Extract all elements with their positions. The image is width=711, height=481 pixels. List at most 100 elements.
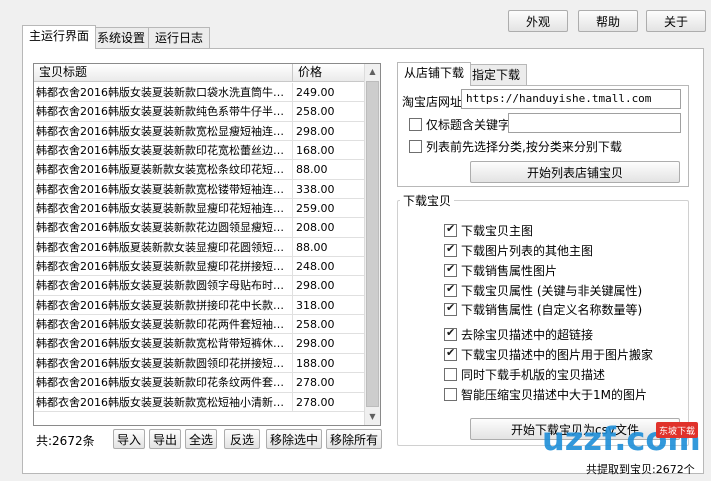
row-separator — [292, 179, 293, 199]
row-title: 韩都衣舍2016韩版女装夏装新款口袋水洗直筒牛仔短... — [36, 86, 293, 99]
appearance-button[interactable]: 外观 — [508, 10, 568, 32]
row-separator — [292, 257, 293, 276]
status-text: 共提取到宝贝:2672个 — [586, 463, 695, 476]
download-option-label: 下载宝贝属性 (关键与非关键属性) — [461, 284, 643, 298]
row-title: 韩都衣舍2016韩版女装夏装新款显瘦印花短袖连衣裙... — [36, 202, 293, 216]
table-row[interactable]: 韩都衣舍2016韩版女装夏装新款显瘦印花短袖连衣裙... 259.00 — [34, 199, 365, 219]
table-row[interactable]: 韩都衣舍2016韩版女装夏装新款印花两件套短袖雪纺... 258.00 — [34, 315, 365, 335]
table-row[interactable]: 韩都衣舍2016韩版夏装新款女装宽松条纹印花短袖T... 88.00 — [34, 160, 365, 180]
uzzf-watermark: uzzf.com 东坡下载 — [540, 410, 701, 458]
row-title: 韩都衣舍2016韩版女装夏装新款拼接印花中长款连衣... — [36, 298, 293, 312]
row-price: 259.00 — [296, 202, 335, 216]
row-separator — [292, 199, 293, 218]
table-row[interactable]: 韩都衣舍2016韩版女装夏装新款圆领字母贴布时尚套... 298.00 — [34, 276, 365, 296]
download-option-checkbox[interactable] — [444, 262, 457, 277]
table-row[interactable]: 韩都衣舍2016韩版女装夏装新款宽松短袖小清新衬衫... 278.00 — [34, 392, 365, 412]
row-title: 韩都衣舍2016韩版女装夏装新款圆领印花拼接短袖T... — [36, 356, 293, 370]
keyword-input[interactable] — [508, 113, 681, 133]
tab-specified-download[interactable]: 指定下载 — [465, 64, 528, 86]
table-row[interactable]: 韩都衣舍2016韩版女装夏装新款印花条纹两件套连衣... 278.00 — [34, 373, 365, 393]
row-separator — [292, 121, 293, 141]
table-row[interactable]: 韩都衣舍2016韩版女装夏装新款印花宽松蕾丝边短袖T... 168.00 — [34, 141, 365, 161]
row-separator — [292, 295, 293, 315]
row-title: 韩都衣舍2016韩版女装夏装新款宽松显瘦短袖连衣裙... — [36, 124, 293, 138]
download-option-checkbox[interactable] — [444, 346, 457, 361]
row-separator — [292, 83, 293, 102]
item-count: 共:2672条 — [36, 434, 95, 448]
scroll-up-arrow-icon[interactable]: ▲ — [365, 64, 380, 80]
row-separator — [292, 334, 293, 353]
remove-selected-button[interactable]: 移除选中 — [266, 429, 322, 449]
product-list[interactable]: 宝贝标题 价格 韩都衣舍2016韩版女装夏装新款口袋水洗直筒牛仔短... 249.… — [33, 63, 381, 426]
row-price: 208.00 — [296, 221, 335, 235]
import-button[interactable]: 导入 — [113, 429, 145, 449]
download-option-checkbox[interactable] — [444, 301, 457, 316]
row-separator — [292, 392, 293, 411]
row-title: 韩都衣舍2016韩版女装夏装新款花边圆领显瘦短袖T... — [36, 221, 293, 235]
keyword-checkbox[interactable] — [409, 118, 422, 131]
remove-all-button[interactable]: 移除所有 — [326, 429, 382, 449]
scroll-down-arrow-icon[interactable]: ▼ — [365, 409, 380, 425]
start-list-button[interactable]: 开始列表店铺宝贝 — [470, 161, 680, 183]
scroll-thumb[interactable] — [366, 81, 379, 407]
watermark-badge: 东坡下载 — [659, 425, 695, 437]
row-price: 278.00 — [296, 376, 335, 390]
row-title: 韩都衣舍2016韩版女装夏装新款宽松背带短裤休闲裤... — [36, 337, 293, 351]
row-price: 88.00 — [296, 240, 328, 254]
table-row[interactable]: 韩都衣舍2016韩版女装夏装新款拼接印花中长款连衣... 318.00 — [34, 295, 365, 316]
row-price: 278.00 — [296, 395, 335, 409]
help-button[interactable]: 帮助 — [578, 10, 638, 32]
row-title: 韩都衣舍2016韩版女装夏装新款印花两件套短袖雪纺... — [36, 318, 293, 332]
download-option-checkbox[interactable] — [444, 388, 457, 401]
list-scrollbar[interactable]: ▲ ▼ — [364, 64, 380, 425]
row-price: 88.00 — [296, 163, 328, 177]
row-price: 298.00 — [296, 279, 335, 293]
row-price: 298.00 — [296, 337, 335, 351]
table-row[interactable]: 韩都衣舍2016韩版女装夏装新款圆领印花拼接短袖T... 188.00 — [34, 353, 365, 374]
invert-selection-button[interactable]: 反选 — [224, 429, 260, 449]
table-row[interactable]: 韩都衣舍2016韩版女装夏装新款纯色系带牛仔半身裙... 258.00 — [34, 102, 365, 122]
tab-settings[interactable]: 系统设置 — [90, 27, 153, 49]
row-price: 249.00 — [296, 86, 335, 99]
about-button[interactable]: 关于 — [646, 10, 706, 32]
table-row[interactable]: 韩都衣舍2016韩版女装夏装新款宽松镂带短袖连衣裙... 338.00 — [34, 179, 365, 200]
shop-url-input[interactable]: https://handuyishe.tmall.com — [461, 89, 681, 109]
table-row[interactable]: 韩都衣舍2016韩版女装夏装新款宽松显瘦短袖连衣裙... 298.00 — [34, 121, 365, 142]
column-header-price[interactable]: 价格 — [292, 64, 365, 82]
category-checkbox[interactable] — [409, 140, 422, 153]
export-button[interactable]: 导出 — [149, 429, 181, 449]
table-row[interactable]: 韩都衣舍2016韩版女装夏装新款花边圆领显瘦短袖T... 208.00 — [34, 218, 365, 238]
row-title: 韩都衣舍2016韩版女装夏装新款印花条纹两件套连衣... — [36, 376, 293, 390]
table-row[interactable]: 韩都衣舍2016韩版女装夏装新款显瘦印花拼接短袖雪纺... 248.00 — [34, 257, 365, 277]
row-price: 338.00 — [296, 182, 335, 196]
row-separator — [292, 141, 293, 160]
uzzf-logo-icon: uzzf.com 东坡下载 — [542, 420, 701, 458]
table-row[interactable]: 韩都衣舍2016韩版女装夏装新款宽松背带短裤休闲裤... 298.00 — [34, 334, 365, 354]
row-title: 韩都衣舍2016韩版女装夏装新款宽松短袖小清新衬衫... — [36, 395, 293, 409]
download-option-checkbox[interactable] — [444, 282, 457, 297]
row-separator — [292, 315, 293, 334]
select-all-button[interactable]: 全选 — [185, 429, 217, 449]
tab-log[interactable]: 运行日志 — [148, 27, 211, 49]
row-title: 韩都衣舍2016韩版女装夏装新款印花宽松蕾丝边短袖T... — [36, 144, 293, 158]
download-option-label: 去除宝贝描述中的超链接 — [461, 328, 594, 342]
table-row[interactable]: 韩都衣舍2016韩版夏装新款女装显瘦印花圆领短袖T... 88.00 — [34, 237, 365, 258]
download-option-checkbox[interactable] — [444, 368, 457, 381]
column-header-title[interactable]: 宝贝标题 — [34, 64, 292, 82]
tab-main[interactable]: 主运行界面 — [22, 25, 97, 49]
download-option-checkbox[interactable] — [444, 326, 457, 341]
row-price: 258.00 — [296, 318, 335, 332]
shop-url-label: 淘宝店网址 — [402, 95, 463, 109]
tab-shop-download[interactable]: 从店铺下载 — [397, 62, 472, 86]
table-row[interactable]: 韩都衣舍2016韩版女装夏装新款口袋水洗直筒牛仔短... 249.00 — [34, 83, 365, 103]
download-group-title: 下载宝贝 — [400, 192, 455, 209]
row-separator — [292, 160, 293, 179]
row-price: 248.00 — [296, 260, 335, 274]
category-label: 列表前先选择分类,按分类来分别下载 — [426, 140, 622, 154]
download-option-checkbox[interactable] — [444, 242, 457, 257]
download-option-label: 同时下载手机版的宝贝描述 — [461, 368, 606, 382]
download-option-label: 下载销售属性图片 — [461, 264, 558, 278]
row-separator — [292, 276, 293, 295]
row-separator — [292, 353, 293, 373]
download-option-checkbox[interactable] — [444, 222, 457, 237]
